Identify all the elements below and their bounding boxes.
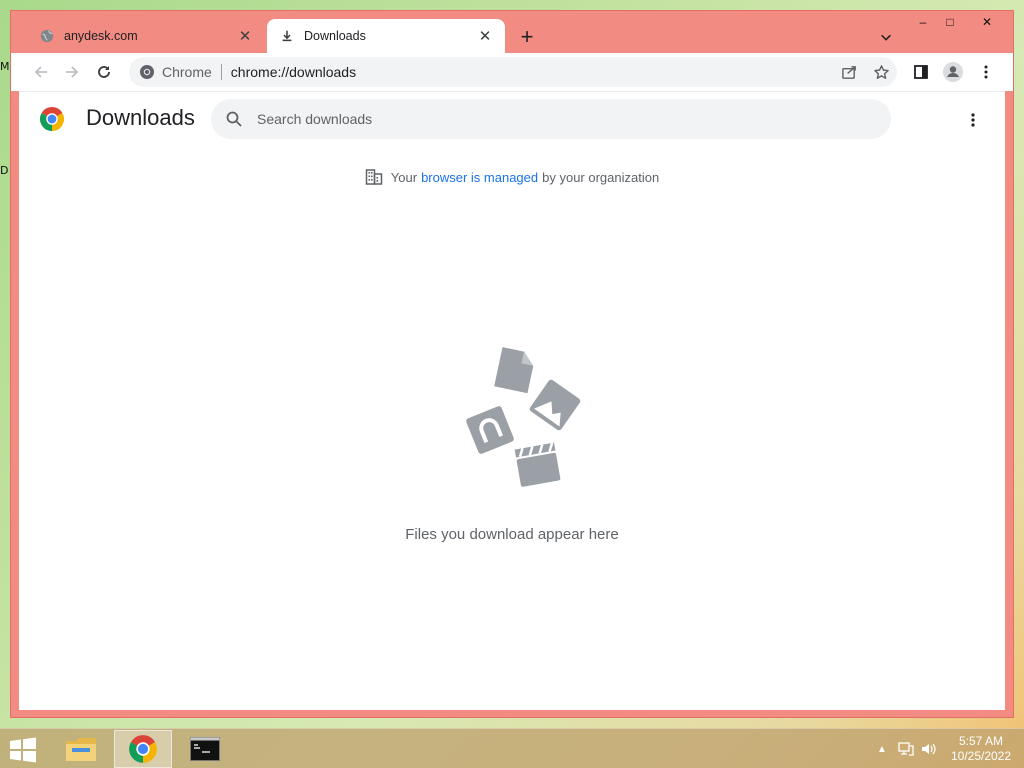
search-icon xyxy=(226,111,242,127)
folder-icon xyxy=(66,738,96,761)
image-file-icon xyxy=(529,379,581,431)
file-explorer-taskbar-button[interactable] xyxy=(52,730,110,768)
site-chip: Chrome xyxy=(162,64,212,80)
bookmark-star-icon[interactable] xyxy=(869,60,893,84)
reload-icon[interactable] xyxy=(90,58,118,86)
chrome-logo-icon xyxy=(39,107,65,131)
chrome-site-icon xyxy=(140,65,154,79)
page-content: Downloads Your browser is managed by you… xyxy=(19,91,1005,710)
managed-notice: Your browser is managed by your organiza… xyxy=(19,168,1005,186)
managed-link[interactable]: browser is managed xyxy=(421,170,538,185)
managed-prefix: Your xyxy=(390,169,418,185)
managed-suffix: by your organization xyxy=(542,169,660,185)
chrome-icon xyxy=(129,735,157,763)
desktop-icon-label-m: M xyxy=(0,60,10,73)
download-icon xyxy=(279,28,295,44)
clock-date: 10/25/2022 xyxy=(950,749,1012,763)
taskbar: ▲ 5:57 AM 10/25/2022 xyxy=(0,728,1024,768)
document-icon xyxy=(494,347,534,394)
profile-avatar-icon[interactable] xyxy=(939,58,967,86)
building-icon xyxy=(365,169,383,185)
share-icon[interactable] xyxy=(837,60,861,84)
maximize-button[interactable]: □ xyxy=(934,11,966,33)
terminal-icon xyxy=(190,737,220,761)
command-prompt-taskbar-button[interactable] xyxy=(176,730,234,768)
audio-file-icon xyxy=(466,406,514,454)
system-clock[interactable]: 5:57 AM 10/25/2022 xyxy=(944,734,1018,764)
more-actions-icon[interactable] xyxy=(961,108,985,132)
close-icon[interactable]: ✕ xyxy=(237,28,253,45)
back-icon[interactable] xyxy=(27,58,55,86)
desktop-icon-label-d: D xyxy=(0,164,9,177)
tab-title: Downloads xyxy=(304,29,366,43)
tab-anydesk[interactable]: anydesk.com ✕ xyxy=(27,19,265,53)
empty-downloads-illustration xyxy=(466,347,581,487)
forward-icon[interactable] xyxy=(58,58,86,86)
globe-icon xyxy=(39,28,55,44)
tab-title: anydesk.com xyxy=(64,29,138,43)
empty-state-message: Files you download appear here xyxy=(405,526,619,543)
new-tab-button[interactable]: + xyxy=(514,24,540,50)
browser-menu-icon[interactable] xyxy=(972,58,1000,86)
tab-downloads[interactable]: Downloads ✕ xyxy=(267,19,505,53)
url-text[interactable]: chrome://downloads xyxy=(231,64,356,80)
page-title: Downloads xyxy=(86,105,195,130)
windows-start-icon[interactable] xyxy=(8,737,38,763)
search-input[interactable] xyxy=(257,111,837,127)
clock-time: 5:57 AM xyxy=(958,734,1004,748)
volume-icon[interactable] xyxy=(921,741,937,757)
show-hidden-icons[interactable]: ▲ xyxy=(874,741,890,757)
network-icon[interactable] xyxy=(898,741,914,757)
browser-toolbar: Chrome chrome://downloads xyxy=(11,53,1013,91)
address-bar[interactable]: Chrome chrome://downloads xyxy=(129,57,897,87)
downloads-header: Downloads xyxy=(19,92,1005,148)
close-icon[interactable]: ✕ xyxy=(477,28,493,45)
chevron-down-icon[interactable] xyxy=(874,25,898,49)
chrome-taskbar-button[interactable] xyxy=(114,730,172,768)
side-panel-icon[interactable] xyxy=(907,58,935,86)
video-file-icon xyxy=(514,442,561,487)
divider xyxy=(220,64,222,80)
window-close-button[interactable]: ✕ xyxy=(971,11,1003,33)
downloads-search[interactable] xyxy=(211,99,891,139)
title-bar: anydesk.com ✕ Downloads ✕ + – □ ✕ xyxy=(11,11,1013,53)
chrome-window: anydesk.com ✕ Downloads ✕ + – □ ✕ Chrome… xyxy=(10,10,1014,718)
